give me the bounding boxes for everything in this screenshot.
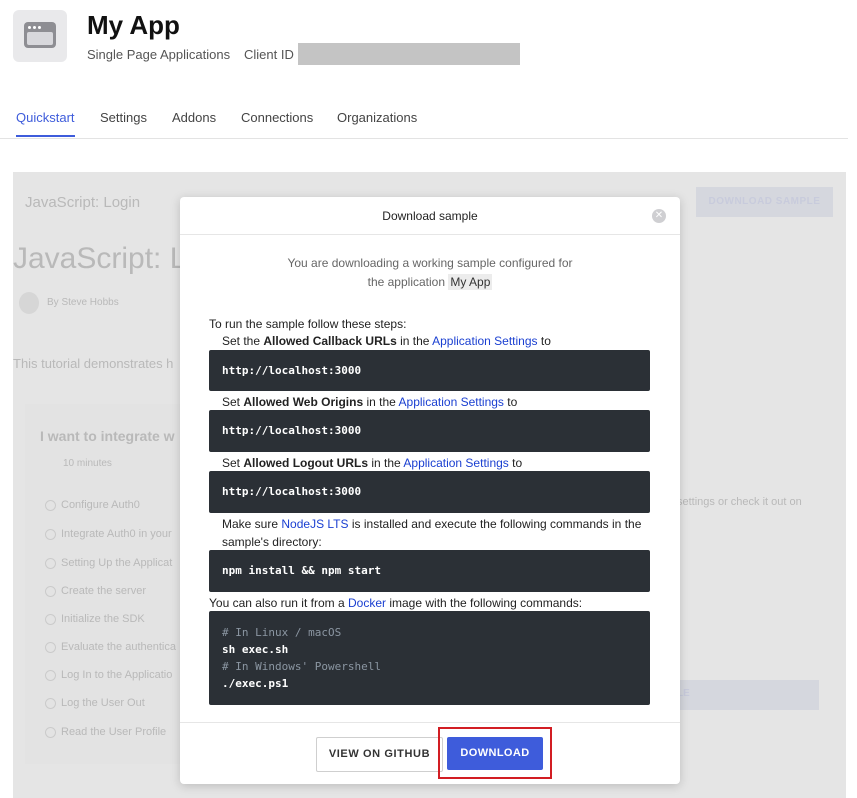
intro-line-2: the application My App (180, 273, 680, 292)
client-id-value-redacted[interactable] (298, 43, 520, 65)
tab-bar: Quickstart Settings Addons Connections O… (0, 108, 848, 139)
docker-link[interactable]: Docker (348, 596, 386, 610)
step-nodejs: Make sure NodeJS LTS is installed and ex… (222, 515, 642, 551)
step-text: Set (222, 395, 241, 409)
app-type: Single Page Applications (87, 47, 231, 62)
app-icon (13, 10, 67, 62)
view-on-github-button[interactable]: VIEW ON GITHUB (316, 737, 443, 772)
step-web-origins: Set Allowed Web Origins in the Applicati… (222, 395, 517, 409)
intro-app-name: My App (448, 274, 493, 290)
tab-quickstart[interactable]: Quickstart (16, 110, 75, 137)
modal-title: Download sample (382, 209, 478, 223)
code-comment: # In Linux / macOS (222, 626, 342, 639)
code-line: http://localhost:3000 (222, 485, 362, 498)
window-dot (38, 26, 41, 29)
tab-addons[interactable]: Addons (172, 110, 216, 135)
intro-prefix: the application (367, 275, 445, 289)
code-block-logout[interactable]: http://localhost:3000 (209, 471, 650, 513)
code-block-callback[interactable]: http://localhost:3000 (209, 350, 650, 391)
app-title: My App (87, 10, 180, 40)
tab-settings[interactable]: Settings (100, 110, 147, 135)
code-line: http://localhost:3000 (222, 364, 362, 377)
code-line: sh exec.sh (222, 643, 289, 656)
step-text: to (512, 456, 523, 470)
step-text: image with the following commands: (389, 596, 583, 610)
step-text: in the (400, 334, 430, 348)
step-text: in the (371, 456, 401, 470)
step-text: in the (366, 395, 396, 409)
step-text: Set the (222, 334, 261, 348)
step-text: to (507, 395, 518, 409)
docker-instructions: You can also run it from a Docker image … (209, 596, 582, 610)
window-body (27, 32, 53, 45)
window-icon (24, 22, 56, 48)
modal-intro: You are downloading a working sample con… (180, 254, 680, 292)
code-line: npm install && npm start (222, 564, 381, 577)
step-text: Make sure (222, 517, 279, 531)
code-line: ./exec.ps1 (222, 677, 289, 690)
modal-header: Download sample ✕ (180, 197, 680, 235)
application-settings-link[interactable]: Application Settings (432, 334, 537, 348)
step-logout-urls: Set Allowed Logout URLs in the Applicati… (222, 456, 522, 470)
steps-intro: To run the sample follow these steps: (209, 317, 407, 331)
step-bold: Allowed Web Origins (243, 395, 364, 409)
code-block-web-origins[interactable]: http://localhost:3000 (209, 410, 650, 452)
step-bold: Allowed Callback URLs (263, 334, 397, 348)
code-line: http://localhost:3000 (222, 424, 362, 437)
code-block-docker[interactable]: # In Linux / macOS sh exec.sh # In Windo… (209, 611, 650, 705)
application-settings-link[interactable]: Application Settings (399, 395, 504, 409)
download-button[interactable]: DOWNLOAD (447, 737, 543, 770)
nodejs-lts-link[interactable]: NodeJS LTS (281, 517, 348, 531)
tab-connections[interactable]: Connections (241, 110, 313, 135)
close-icon[interactable]: ✕ (652, 209, 666, 223)
code-comment: # In Windows' Powershell (222, 660, 381, 673)
code-block-npm[interactable]: npm install && npm start (209, 550, 650, 592)
step-text: You can also run it from a (209, 596, 345, 610)
window-dot (28, 26, 31, 29)
modal-footer: VIEW ON GITHUB DOWNLOAD (180, 722, 680, 785)
application-settings-link[interactable]: Application Settings (403, 456, 508, 470)
client-id-label: Client ID (244, 47, 294, 62)
step-callback-urls: Set the Allowed Callback URLs in the App… (222, 334, 551, 348)
step-text: to (540, 334, 551, 348)
window-dot (33, 26, 36, 29)
intro-line-1: You are downloading a working sample con… (287, 256, 573, 270)
step-bold: Allowed Logout URLs (243, 456, 369, 470)
step-text: Set (222, 456, 241, 470)
download-sample-modal: Download sample ✕ You are downloading a … (180, 197, 680, 784)
tab-organizations[interactable]: Organizations (337, 110, 417, 135)
